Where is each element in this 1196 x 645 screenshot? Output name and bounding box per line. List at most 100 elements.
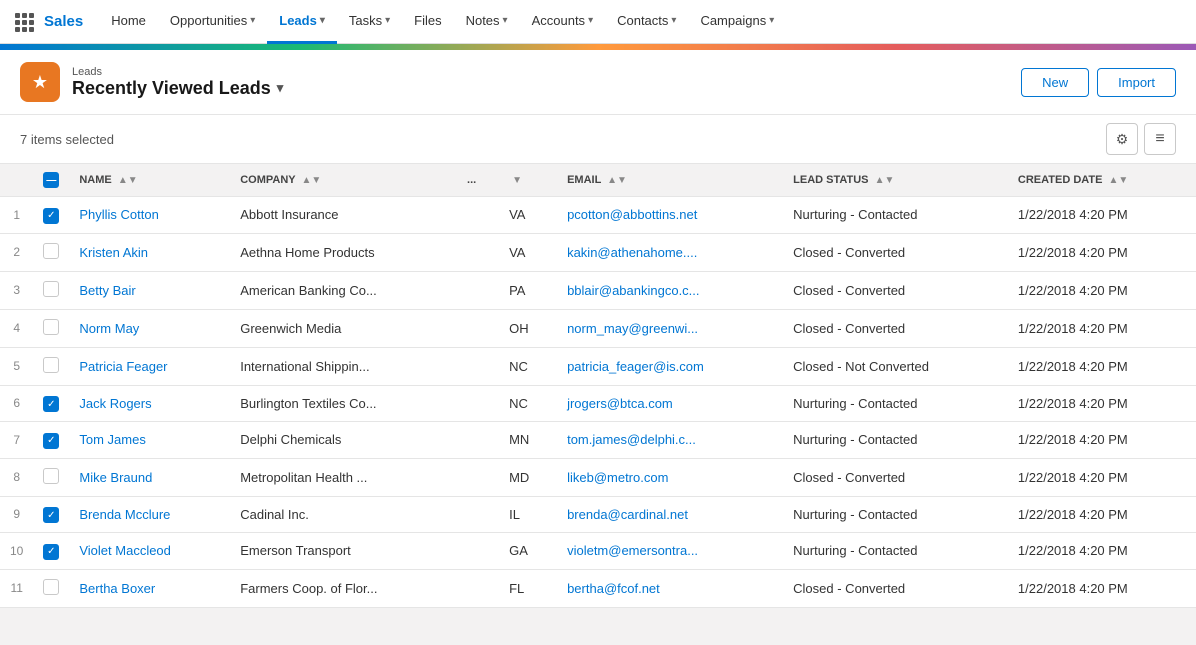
row-checkbox[interactable]: [43, 281, 59, 297]
row-extra: [457, 309, 499, 347]
row-email[interactable]: likeb@metro.com: [557, 458, 783, 496]
row-name[interactable]: Mike Braund: [69, 458, 230, 496]
select-all-checkbox[interactable]: —: [43, 172, 59, 188]
row-checkbox[interactable]: ✓: [43, 433, 59, 449]
lead-name-link[interactable]: Norm May: [79, 321, 139, 336]
lead-name-link[interactable]: Mike Braund: [79, 470, 152, 485]
list-view-button[interactable]: ≡: [1144, 123, 1176, 155]
nav-tasks[interactable]: Tasks ▾: [337, 0, 402, 44]
row-email[interactable]: kakin@athenahome....: [557, 233, 783, 271]
lead-name-link[interactable]: Jack Rogers: [79, 396, 151, 411]
col-email[interactable]: EMAIL ▲▼: [557, 164, 783, 197]
lead-email-link[interactable]: tom.james@delphi.c...: [567, 432, 696, 447]
row-checkbox[interactable]: [43, 319, 59, 335]
row-checkbox-cell[interactable]: [33, 347, 69, 385]
lead-email-link[interactable]: jrogers@btca.com: [567, 396, 673, 411]
row-name[interactable]: Patricia Feager: [69, 347, 230, 385]
sort-icon: ▲▼: [607, 175, 627, 186]
lead-name-link[interactable]: Patricia Feager: [79, 359, 167, 374]
row-checkbox[interactable]: [43, 579, 59, 595]
lead-name-link[interactable]: Betty Bair: [79, 283, 135, 298]
row-email[interactable]: patricia_feager@is.com: [557, 347, 783, 385]
row-name[interactable]: Bertha Boxer: [69, 569, 230, 607]
row-checkbox[interactable]: [43, 468, 59, 484]
nav-campaigns[interactable]: Campaigns ▾: [688, 0, 786, 44]
nav-accounts[interactable]: Accounts ▾: [520, 0, 606, 44]
row-email[interactable]: pcotton@abbottins.net: [557, 197, 783, 234]
row-checkbox[interactable]: ✓: [43, 208, 59, 224]
lead-email-link[interactable]: pcotton@abbottins.net: [567, 207, 697, 222]
lead-name-link[interactable]: Brenda Mcclure: [79, 507, 170, 522]
row-created-date: 1/22/2018 4:20 PM: [1008, 385, 1196, 422]
col-lead-status[interactable]: LEAD STATUS ▲▼: [783, 164, 1008, 197]
row-checkbox-cell[interactable]: [33, 569, 69, 607]
row-name[interactable]: Violet Maccleod: [69, 533, 230, 570]
row-number: 2: [0, 233, 33, 271]
row-checkbox-cell[interactable]: [33, 233, 69, 271]
row-name[interactable]: Norm May: [69, 309, 230, 347]
row-email[interactable]: jrogers@btca.com: [557, 385, 783, 422]
col-select-all[interactable]: —: [33, 164, 69, 197]
lead-name-link[interactable]: Kristen Akin: [79, 245, 148, 260]
row-checkbox-cell[interactable]: ✓: [33, 197, 69, 234]
lead-email-link[interactable]: violetm@emersontra...: [567, 543, 698, 558]
nav-opportunities[interactable]: Opportunities ▾: [158, 0, 267, 44]
app-grid-icon[interactable]: [8, 6, 40, 38]
nav-files[interactable]: Files: [402, 0, 453, 44]
row-email[interactable]: brenda@cardinal.net: [557, 496, 783, 533]
row-checkbox[interactable]: ✓: [43, 396, 59, 412]
lead-name-link[interactable]: Tom James: [79, 432, 145, 447]
row-name[interactable]: Betty Bair: [69, 271, 230, 309]
title-dropdown-arrow[interactable]: ▾: [277, 80, 284, 96]
lead-name-link[interactable]: Violet Maccleod: [79, 543, 171, 558]
row-email[interactable]: bertha@fcof.net: [557, 569, 783, 607]
row-checkbox[interactable]: ✓: [43, 507, 59, 523]
lead-name-link[interactable]: Phyllis Cotton: [79, 207, 158, 222]
row-checkbox-cell[interactable]: [33, 309, 69, 347]
col-created-date[interactable]: CREATED DATE ▲▼: [1008, 164, 1196, 197]
new-button[interactable]: New: [1021, 68, 1089, 97]
row-email[interactable]: bblair@abankingco.c...: [557, 271, 783, 309]
import-button[interactable]: Import: [1097, 68, 1176, 97]
nav-contacts[interactable]: Contacts ▾: [605, 0, 688, 44]
col-state[interactable]: ▼: [499, 164, 557, 197]
nav-home[interactable]: Home: [99, 0, 158, 44]
row-checkbox[interactable]: [43, 243, 59, 259]
row-checkbox-cell[interactable]: [33, 458, 69, 496]
row-checkbox[interactable]: [43, 357, 59, 373]
lead-email-link[interactable]: norm_may@greenwi...: [567, 321, 698, 336]
row-number: 6: [0, 385, 33, 422]
row-created-date: 1/22/2018 4:20 PM: [1008, 458, 1196, 496]
settings-icon-button[interactable]: ⚙: [1106, 123, 1138, 155]
row-checkbox-cell[interactable]: ✓: [33, 422, 69, 459]
lead-email-link[interactable]: bblair@abankingco.c...: [567, 283, 699, 298]
table-row: 2 Kristen Akin Aethna Home Products VA k…: [0, 233, 1196, 271]
row-name[interactable]: Brenda Mcclure: [69, 496, 230, 533]
row-checkbox-cell[interactable]: ✓: [33, 496, 69, 533]
row-name[interactable]: Tom James: [69, 422, 230, 459]
nav-notes[interactable]: Notes ▾: [454, 0, 520, 44]
nav-leads[interactable]: Leads ▾: [267, 0, 337, 44]
row-created-date: 1/22/2018 4:20 PM: [1008, 569, 1196, 607]
row-email[interactable]: violetm@emersontra...: [557, 533, 783, 570]
app-name[interactable]: Sales: [44, 13, 83, 30]
row-email[interactable]: tom.james@delphi.c...: [557, 422, 783, 459]
col-extra[interactable]: ...: [457, 164, 499, 197]
row-checkbox-cell[interactable]: ✓: [33, 533, 69, 570]
row-checkbox-cell[interactable]: [33, 271, 69, 309]
lead-email-link[interactable]: patricia_feager@is.com: [567, 359, 704, 374]
row-email[interactable]: norm_may@greenwi...: [557, 309, 783, 347]
lead-email-link[interactable]: kakin@athenahome....: [567, 245, 697, 260]
row-checkbox[interactable]: ✓: [43, 544, 59, 560]
lead-email-link[interactable]: bertha@fcof.net: [567, 581, 660, 596]
row-checkbox-cell[interactable]: ✓: [33, 385, 69, 422]
col-company[interactable]: COMPANY ▲▼: [230, 164, 457, 197]
row-name[interactable]: Jack Rogers: [69, 385, 230, 422]
lead-email-link[interactable]: likeb@metro.com: [567, 470, 668, 485]
lead-name-link[interactable]: Bertha Boxer: [79, 581, 155, 596]
col-name[interactable]: NAME ▲▼: [69, 164, 230, 197]
lead-email-link[interactable]: brenda@cardinal.net: [567, 507, 688, 522]
table-row: 5 Patricia Feager International Shippin.…: [0, 347, 1196, 385]
row-name[interactable]: Kristen Akin: [69, 233, 230, 271]
row-name[interactable]: Phyllis Cotton: [69, 197, 230, 234]
